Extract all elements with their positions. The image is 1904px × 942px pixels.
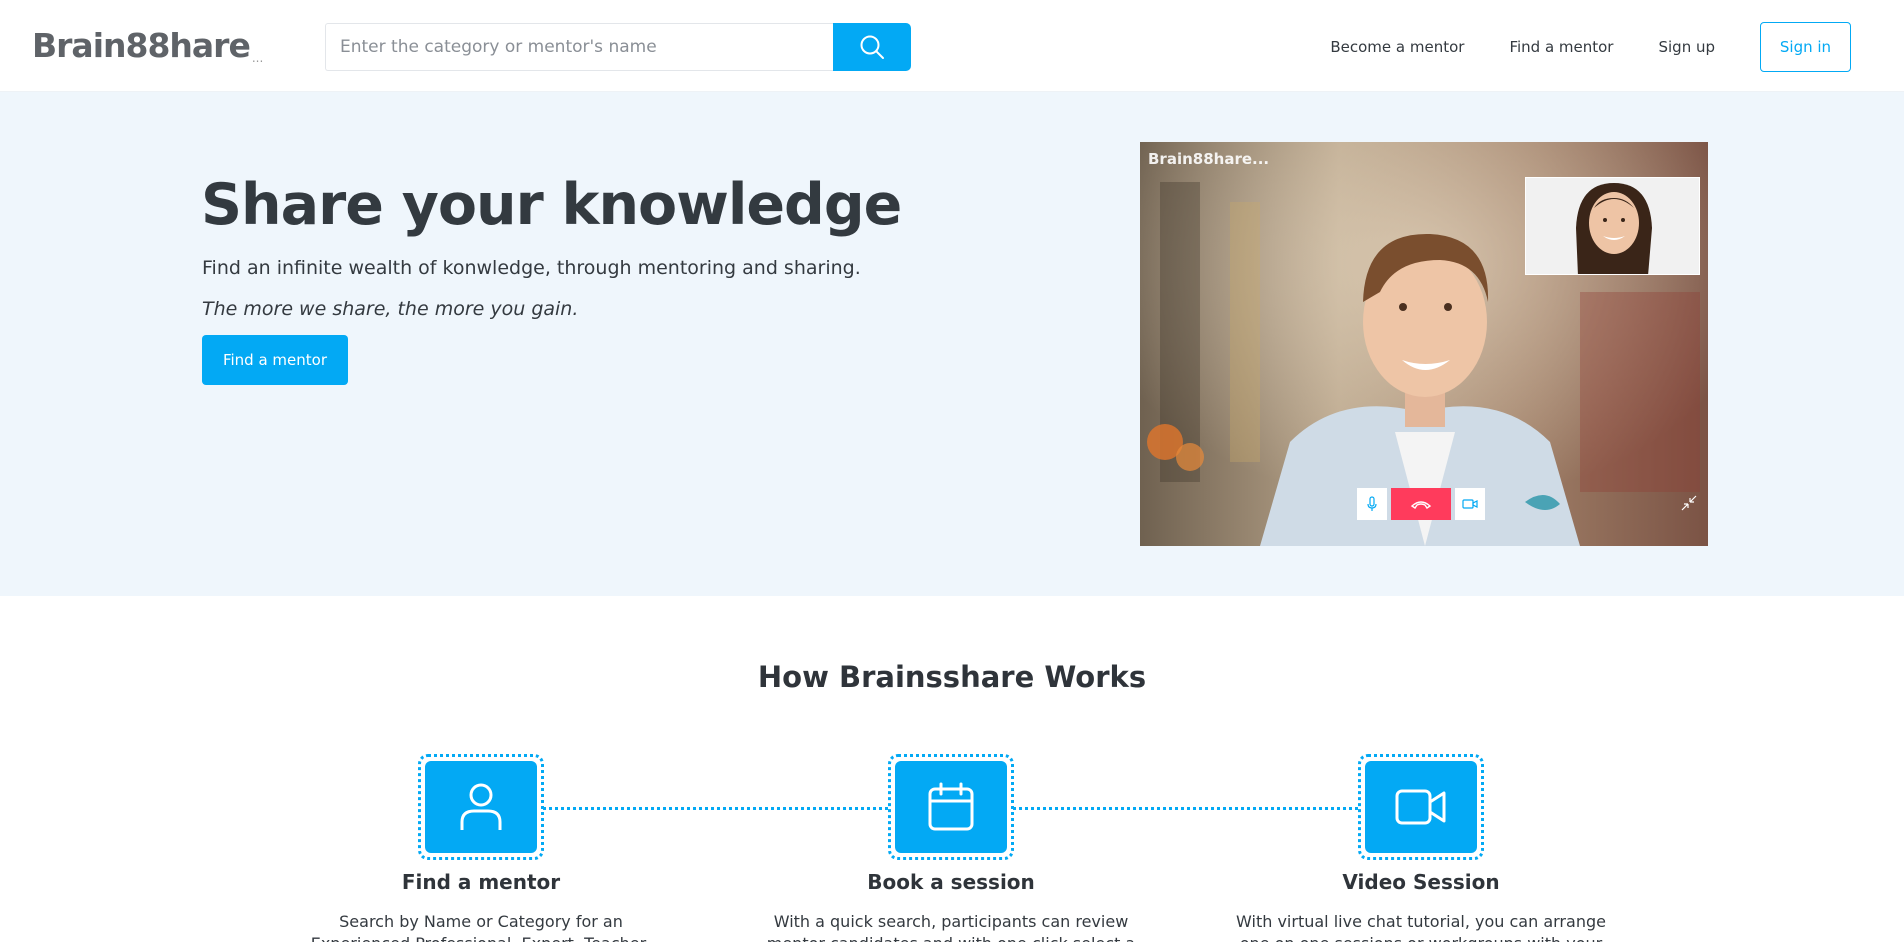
pip-video [1525, 177, 1700, 275]
step-description: With virtual live chat tutorial, you can… [1236, 912, 1606, 942]
find-mentor-button[interactable]: Find a mentor [202, 335, 348, 385]
pip-photo [1526, 178, 1699, 274]
how-it-works-title: How Brainsshare Works [757, 660, 1147, 694]
hero-title: Share your knowledge [201, 172, 902, 238]
sign-in-button[interactable]: Sign in [1760, 22, 1851, 72]
main-nav: Become a mentor Find a mentor Sign up Si… [1330, 22, 1851, 72]
mute-button[interactable] [1357, 488, 1387, 520]
nav-find-mentor[interactable]: Find a mentor [1509, 38, 1613, 56]
hero-section: Share your knowledge Find an infinite we… [0, 92, 1904, 596]
site-header: Brain88hare ... Become a mentor Find a m… [0, 0, 1904, 92]
step-find-mentor: Find a mentor Search by Name or Category… [281, 754, 681, 942]
video-camera-icon [1395, 789, 1446, 825]
phone-hangup-icon [1410, 501, 1432, 509]
step-icon-frame [1358, 754, 1484, 860]
step-icon-tile [895, 761, 1007, 853]
search-button[interactable] [833, 23, 911, 71]
step-title: Find a mentor [401, 870, 561, 894]
video-logo: Brain88hare... [1148, 150, 1270, 168]
search-icon [860, 35, 884, 59]
end-call-button[interactable] [1391, 488, 1451, 520]
microphone-icon [1367, 496, 1377, 511]
minimize-button[interactable] [1680, 494, 1698, 516]
logo-text: Brain88hare [32, 26, 251, 65]
step-icon-tile [1365, 761, 1477, 853]
search-bar [325, 23, 911, 71]
video-call-preview: Brain88hare... [1140, 142, 1708, 546]
calendar-icon [928, 782, 974, 831]
step-title: Video Session [1342, 870, 1500, 894]
brand-logo[interactable]: Brain88hare ... [32, 24, 263, 68]
video-camera-icon [1462, 499, 1478, 509]
step-icon-tile [425, 761, 537, 853]
user-icon [460, 783, 502, 830]
step-description: Search by Name or Category for an Experi… [311, 912, 652, 942]
hero-subtitle: Find an infinite wealth of konwledge, th… [202, 257, 861, 279]
call-controls [1357, 488, 1485, 520]
nav-become-mentor[interactable]: Become a mentor [1330, 38, 1464, 56]
logo-suffix: ... [251, 51, 264, 65]
hero-quote: The more we share, the more you gain. [202, 298, 579, 320]
camera-toggle-button[interactable] [1455, 488, 1485, 520]
step-title: Book a session [867, 870, 1035, 894]
step-video-session: Video Session With virtual live chat tut… [1221, 754, 1621, 942]
nav-sign-up[interactable]: Sign up [1658, 38, 1715, 56]
step-icon-frame [888, 754, 1014, 860]
step-icon-frame [418, 754, 544, 860]
collapse-arrows-icon [1681, 495, 1697, 511]
step-description: With a quick search, participants can re… [767, 912, 1135, 942]
search-input[interactable] [325, 23, 833, 71]
step-book-session: Book a session With a quick search, part… [751, 754, 1151, 942]
